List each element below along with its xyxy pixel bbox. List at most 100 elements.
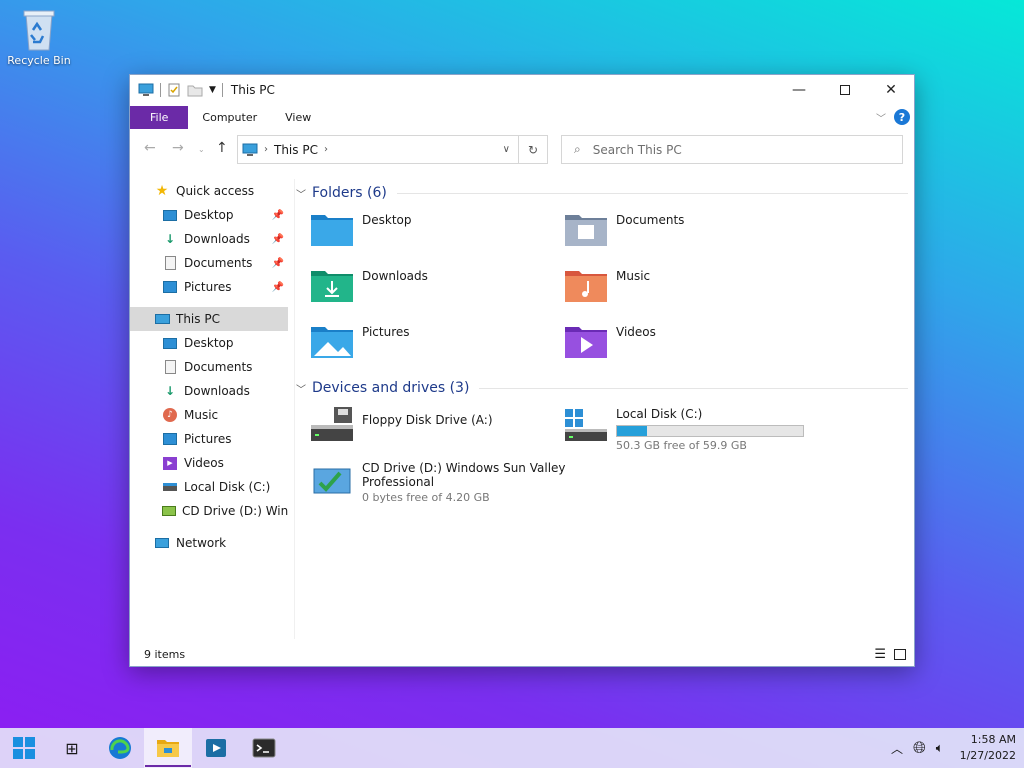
customize-toolbar-chevron-icon[interactable]: ▼ — [209, 85, 216, 95]
details-view-icon[interactable]: ☰ — [874, 647, 886, 662]
expand-ribbon-chevron-icon[interactable]: ﹀ — [876, 110, 886, 125]
new-folder-icon[interactable] — [187, 83, 203, 97]
drive-info: Floppy Disk Drive (A:) — [362, 413, 493, 427]
nav-pc-desktop[interactable]: Desktop — [130, 331, 288, 355]
nav-quick-downloads[interactable]: ↓ Downloads 📌 — [130, 227, 288, 251]
nav-label: Downloads — [184, 384, 250, 398]
network-globe-icon[interactable]: 🌐︎ — [913, 738, 926, 758]
breadcrumb-this-pc[interactable]: This PC — [274, 143, 318, 157]
pictures-icon — [162, 279, 178, 295]
up-arrow-icon[interactable]: ↑ — [216, 140, 228, 156]
refresh-button[interactable]: ↻ — [518, 135, 548, 164]
nav-pc-documents[interactable]: Documents — [130, 355, 288, 379]
volume-muted-icon[interactable]: 🔈︎ — [936, 741, 944, 756]
ribbon-tabs: File Computer View ﹀ ? — [130, 106, 914, 129]
nav-pc-music[interactable]: ♪ Music — [130, 403, 288, 427]
pin-icon[interactable]: 📌 — [272, 282, 284, 293]
search-input[interactable]: ⌕ Search This PC — [561, 135, 903, 164]
local-disk-icon — [565, 409, 607, 441]
media-player-icon — [206, 739, 226, 757]
minimize-icon: — — [792, 82, 806, 98]
maximize-button[interactable] — [822, 75, 868, 105]
nav-label: Network — [176, 536, 227, 550]
nav-pc-cd-drive[interactable]: CD Drive (D:) Windows Sun Valley Profess… — [130, 499, 288, 523]
recycle-bin-desktop-icon[interactable]: Recycle Bin — [6, 8, 72, 67]
tab-file[interactable]: File — [130, 106, 189, 129]
nav-quick-pictures[interactable]: Pictures 📌 — [130, 275, 288, 299]
folder-desktop[interactable]: Desktop — [310, 211, 412, 247]
nav-label: Desktop — [184, 336, 234, 350]
pin-icon[interactable]: 📌 — [272, 258, 284, 269]
documents-icon — [162, 255, 178, 271]
address-row: ← → ⌄ ↑ › This PC › ∨ ↻ ⌕ Search This PC — [130, 134, 914, 164]
breadcrumb-chevron-icon[interactable]: › — [324, 144, 328, 155]
folder-documents[interactable]: Documents — [564, 211, 684, 247]
large-icons-view-icon[interactable] — [894, 648, 906, 660]
pin-icon[interactable]: 📌 — [272, 210, 284, 221]
drive-name: Floppy Disk Drive (A:) — [362, 413, 493, 427]
drive-floppy[interactable]: Floppy Disk Drive (A:) — [310, 407, 493, 443]
minimize-button[interactable]: — — [776, 75, 822, 105]
folder-videos[interactable]: Videos — [564, 323, 656, 359]
media-player-taskbar-button[interactable] — [192, 728, 240, 768]
pictures-folder-icon — [311, 327, 353, 358]
nav-label: Music — [184, 408, 219, 422]
recent-locations-chevron-icon[interactable]: ⌄ — [198, 145, 205, 154]
devices-group-header[interactable]: ﹀ Devices and drives (3) — [296, 380, 908, 396]
drive-name: Local Disk (C:) — [616, 407, 703, 421]
clock[interactable]: 1:58 AM 1/27/2022 — [960, 732, 1016, 764]
drive-name-line2: Professional — [362, 475, 435, 489]
pane-divider[interactable] — [294, 179, 295, 639]
edge-taskbar-button[interactable] — [96, 728, 144, 768]
tab-view[interactable]: View — [271, 106, 325, 129]
devices-header-label: Devices and drives (3) — [312, 380, 470, 396]
nav-quick-access[interactable]: ★ Quick access — [130, 179, 288, 203]
nav-label: Pictures — [184, 280, 232, 294]
drive-local-c[interactable]: Local Disk (C:) 50.3 GB free of 59.9 GB — [564, 407, 804, 452]
forward-arrow-icon[interactable]: → — [172, 140, 184, 156]
nav-pc-downloads[interactable]: ↓ Downloads — [130, 379, 288, 403]
nav-this-pc[interactable]: This PC — [130, 307, 288, 331]
nav-label: Quick access — [176, 184, 255, 198]
drive-free-space: 0 bytes free of 4.20 GB — [362, 491, 490, 504]
task-view-button[interactable]: ⊞ — [48, 728, 96, 768]
close-button[interactable]: ✕ — [868, 75, 914, 105]
title-bar[interactable]: ▼ This PC — ✕ — [130, 75, 914, 105]
nav-pc-local-disk[interactable]: Local Disk (C:) — [130, 475, 288, 499]
drive-cd-d[interactable]: CD Drive (D:) Windows Sun Valley Profess… — [310, 461, 566, 504]
nav-pc-videos[interactable]: ▶ Videos — [130, 451, 288, 475]
nav-quick-documents[interactable]: Documents 📌 — [130, 251, 288, 275]
nav-label: Videos — [184, 456, 224, 470]
floppy-drive-icon — [311, 407, 353, 441]
help-button[interactable]: ? — [894, 109, 910, 125]
recycle-bin-icon — [23, 10, 55, 51]
address-dropdown-icon[interactable]: ∨ — [503, 144, 510, 155]
file-explorer-taskbar-button[interactable] — [144, 728, 192, 768]
back-arrow-icon[interactable]: ← — [144, 140, 156, 156]
network-icon — [154, 535, 170, 551]
folders-group-header[interactable]: ﹀ Folders (6) — [296, 185, 908, 201]
nav-pc-pictures[interactable]: Pictures — [130, 427, 288, 451]
pin-icon[interactable]: 📌 — [272, 234, 284, 245]
group-divider — [396, 192, 908, 194]
folder-music[interactable]: Music — [564, 267, 650, 303]
folder-pictures[interactable]: Pictures — [310, 323, 410, 359]
folder-downloads[interactable]: Downloads — [310, 267, 428, 303]
tab-computer[interactable]: Computer — [188, 106, 271, 129]
start-button[interactable] — [0, 728, 48, 768]
quick-access-toolbar: ▼ — [138, 83, 223, 97]
address-bar[interactable]: › This PC › ∨ — [237, 135, 519, 164]
download-icon: ↓ — [164, 232, 176, 246]
folder-label: Downloads — [362, 269, 428, 283]
nav-label: Local Disk (C:) — [184, 480, 271, 494]
drive-free-space: 50.3 GB free of 59.9 GB — [616, 439, 747, 452]
show-hidden-icons-chevron-icon[interactable]: ︿ — [891, 740, 903, 757]
properties-icon[interactable] — [167, 83, 181, 97]
nav-quick-desktop[interactable]: Desktop 📌 — [130, 203, 288, 227]
terminal-taskbar-button[interactable] — [240, 728, 288, 768]
nav-network[interactable]: Network — [130, 531, 288, 555]
collapse-chevron-icon: ﹀ — [296, 189, 306, 201]
desktop-folder-icon — [311, 215, 353, 246]
folder-icon — [157, 740, 179, 757]
